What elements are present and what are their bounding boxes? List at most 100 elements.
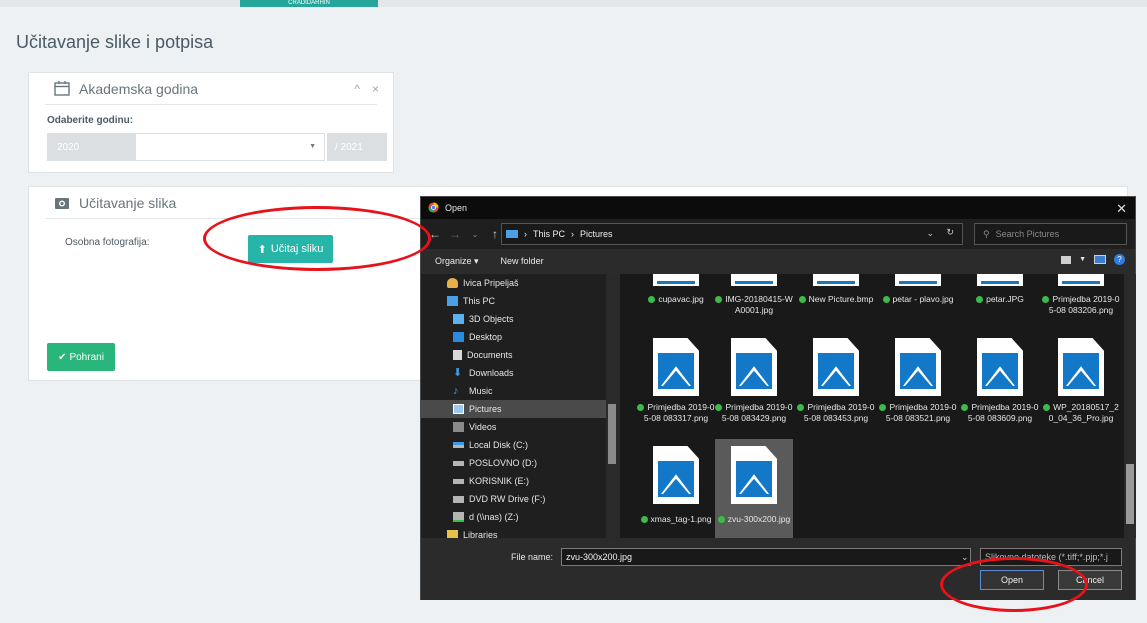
file-name: Primjedba 2019-05-08 083429.png [721,402,793,423]
nav-scrollbar[interactable] [606,274,618,538]
image-thumbnail [1058,274,1104,286]
open-button[interactable]: Open [980,570,1044,590]
nav-item-pictures[interactable]: Pictures [421,400,618,418]
back-arrow-icon[interactable]: ← [429,227,441,241]
file-item[interactable]: petar.JPG [961,274,1039,326]
check-icon: ✔ [58,351,67,363]
upload-image-button[interactable]: ⬆ Učitaj sliku [248,235,333,263]
file-item[interactable]: Primjedba 2019-05-08 083429.png [715,334,793,434]
file-item[interactable]: Primjedba 2019-05-08 083317.png [637,334,715,434]
search-input[interactable]: ⚲ Search Pictures [974,223,1127,245]
top-tab[interactable]: CRADIDARHIN [240,0,378,7]
sync-check-icon [1042,296,1050,304]
nav-item-label: KORISNIK (E:) [469,476,530,486]
dialog-toolbar: Organize ▾ New folder ▼ ? [421,249,1135,273]
forward-arrow-icon[interactable]: → [449,227,461,241]
file-name: petar - plavo.jpg [892,294,954,304]
up-arrow-icon[interactable]: ↑ [489,227,501,241]
scrollbar-thumb[interactable] [1126,464,1134,524]
panel-tools: ^ × [354,82,379,96]
new-folder-button[interactable]: New folder [501,256,544,266]
file-item[interactable]: Primjedba 2019-05-08 083206.png [1042,274,1120,334]
network-drive-icon [453,512,464,522]
refresh-icon[interactable]: ↻ [946,227,954,238]
nav-item-label: Documents [467,350,513,360]
file-list: cupavac.jpg IMG-20180415-WA0001.jpg New … [620,274,1124,538]
calendar-icon [53,81,71,97]
sync-check-icon [882,296,890,304]
chevron-down-icon[interactable]: ▼ [1079,256,1086,263]
file-item[interactable]: xmas_tag-1.png [637,442,715,538]
select-year-label: Odaberite godinu: [47,115,134,126]
file-name: Primjedba 2019-05-08 083521.png [885,402,957,423]
nav-item-network-drive[interactable]: d (\\nas) (Z:) [421,508,618,526]
file-item-selected[interactable]: zvu-300x200.jpg [715,439,793,538]
file-item[interactable]: cupavac.jpg [637,274,715,326]
year-from-field: 2020 [47,133,135,161]
nav-item-music[interactable]: ♪ Music [421,382,618,400]
nav-item-documents[interactable]: Documents [421,346,618,364]
file-name: petar.JPG [986,294,1024,304]
recent-chevron-icon[interactable]: ⌄ [469,230,481,239]
nav-item-label: POSLOVNO (D:) [469,458,538,468]
file-item[interactable]: New Picture.bmp [797,274,875,326]
nav-item-downloads[interactable]: ⬇ Downloads [421,364,618,382]
nav-item-dvd-drive[interactable]: DVD RW Drive (F:) [421,490,618,508]
nav-item-this-pc[interactable]: This PC [421,292,618,310]
nav-item-label: Local Disk (C:) [469,440,529,450]
help-icon[interactable]: ? [1114,254,1125,265]
image-thumbnail [895,274,941,286]
file-name: Primjedba 2019-05-08 083317.png [643,402,715,423]
scrollbar-thumb[interactable] [608,404,616,464]
file-name-input[interactable]: zvu-300x200.jpg [561,548,971,566]
nav-item-poslovno[interactable]: POSLOVNO (D:) [421,454,618,472]
preview-pane-icon[interactable] [1094,255,1106,264]
nav-item-3d-objects[interactable]: 3D Objects [421,310,618,328]
save-button[interactable]: ✔ Pohrani [47,343,115,371]
organize-menu[interactable]: Organize ▾ [435,256,479,267]
dialog-close-icon[interactable]: ✕ [1116,201,1127,217]
address-bar[interactable]: › This PC › Pictures ⌄ ↻ [501,223,963,245]
panel-header: Učitavanje slika [45,187,420,219]
nav-item-korisnik[interactable]: KORISNIK (E:) [421,472,618,490]
year-select[interactable]: ▼ [135,133,325,161]
file-list-scrollbar[interactable] [1124,274,1136,538]
image-thumbnail [731,274,777,286]
file-item[interactable]: petar - plavo.jpg [879,274,957,326]
file-item[interactable]: WP_20180517_20_04_36_Pro.jpg [1042,334,1120,434]
breadcrumb-this-pc[interactable]: This PC [533,229,565,239]
nav-item-user[interactable]: Ivica Pripeljaš [421,274,618,292]
camera-icon [53,195,71,211]
file-item[interactable]: Primjedba 2019-05-08 083609.png [961,334,1039,434]
nav-item-desktop[interactable]: Desktop [421,328,618,346]
open-file-dialog: Open ✕ ← → ⌄ ↑ › This PC › Pictures ⌄ ↻ … [420,196,1136,600]
close-icon[interactable]: × [372,82,379,96]
year-to-field: / 2021 [327,133,387,161]
dvd-icon [453,495,464,503]
desktop-icon [453,332,464,342]
file-name: IMG-20180415-WA0001.jpg [725,294,793,315]
file-item[interactable]: IMG-20180415-WA0001.jpg [715,274,793,326]
save-button-label: Pohrani [69,351,104,363]
nav-item-label: Ivica Pripeljaš [463,278,519,288]
nav-item-label: Music [469,386,493,396]
nav-item-local-disk[interactable]: Local Disk (C:) [421,436,618,454]
view-options-icon[interactable] [1061,255,1072,264]
file-name: xmas_tag-1.png [650,514,712,524]
image-thumbnail [731,446,777,504]
collapse-icon[interactable]: ^ [354,82,360,96]
nav-item-libraries[interactable]: Libraries [421,526,618,538]
chevron-down-icon[interactable]: ⌄ [926,228,934,239]
file-item[interactable]: Primjedba 2019-05-08 083453.png [797,334,875,434]
chevron-down-icon[interactable]: ⌄ [961,552,969,563]
academic-year-panel: Akademska godina ^ × Odaberite godinu: 2… [28,72,394,173]
file-item[interactable]: Primjedba 2019-05-08 083521.png [879,334,957,434]
cube-icon [453,314,464,324]
cancel-button[interactable]: Cancel [1058,570,1122,590]
file-type-filter[interactable]: Slikovne datoteke (*.tiff;*.pjp;*.j [980,548,1122,566]
nav-item-videos[interactable]: Videos [421,418,618,436]
breadcrumb-pictures[interactable]: Pictures [580,229,613,239]
download-icon: ⬇ [453,367,463,379]
sync-check-icon [1043,404,1051,412]
video-icon [453,422,464,432]
